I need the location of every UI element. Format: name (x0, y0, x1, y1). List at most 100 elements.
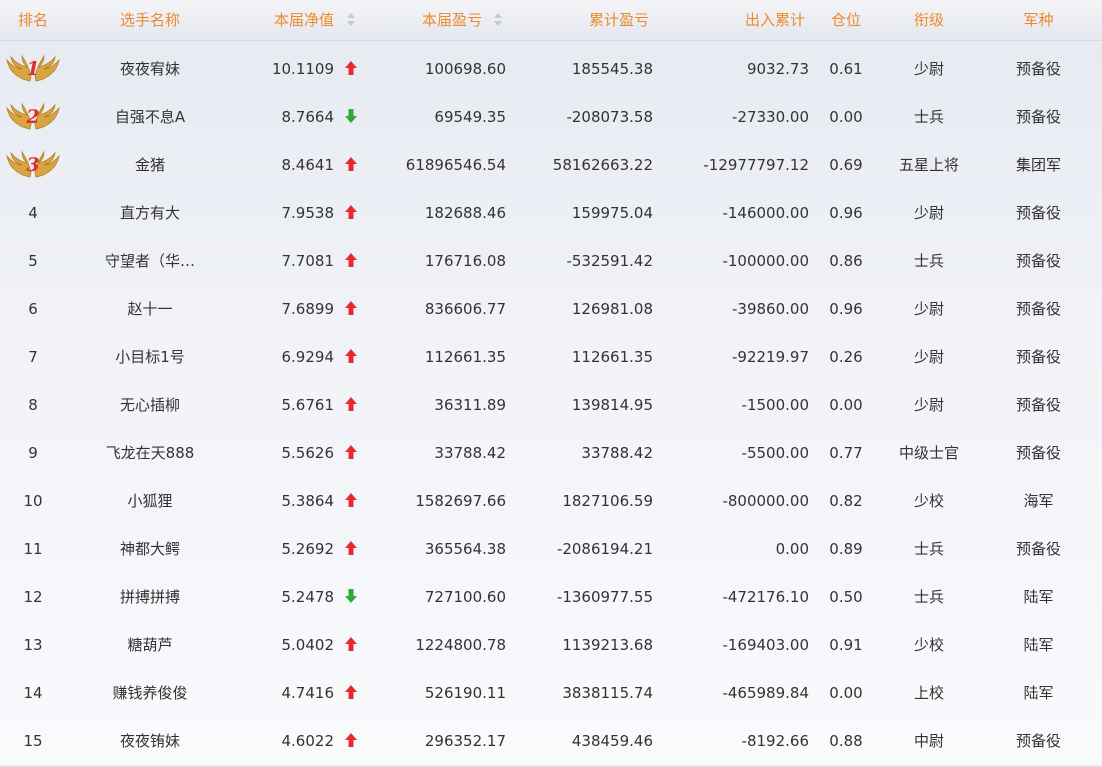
flow-total: -5500.00 (741, 444, 809, 462)
sort-icon[interactable] (346, 12, 356, 28)
header-flow: 出入累计 (744, 11, 805, 29)
position-ratio: 0.86 (829, 252, 863, 270)
up-arrow-icon (340, 525, 362, 573)
table-row[interactable]: 10 小狐狸 5.3864 1582697.66 1827106.59 -800000.0… (0, 477, 1102, 525)
current-pl: 61896546.54 (405, 156, 506, 174)
military-rank: 少校 (913, 492, 944, 510)
rank-number: 4 (28, 204, 38, 222)
header-name: 选手名称 (119, 11, 180, 29)
flow-total: -100000.00 (722, 252, 809, 270)
header-current-pl-sort[interactable]: 本届盈亏 (370, 0, 482, 40)
rank-number: 9 (28, 444, 38, 462)
up-arrow-icon (340, 141, 362, 189)
flow-total: -1500.00 (741, 396, 809, 414)
table-row[interactable]: 12 拼搏拼搏 5.2478 727100.60 -1360977.55 -472176.… (0, 573, 1102, 621)
player-name[interactable]: 守望者（华… (66, 237, 234, 285)
cumulative-pl: 33788.42 (581, 444, 653, 462)
up-arrow-icon (340, 285, 362, 333)
player-name[interactable]: 夜夜宥妹 (66, 45, 234, 93)
header-cumulative-pl: 累计盈亏 (588, 11, 649, 29)
player-name[interactable]: 自强不息A (66, 93, 234, 141)
table-row[interactable]: 4 直方有大 7.9538 182688.46 159975.04 -146000.00 0… (0, 189, 1102, 237)
current-pl: 526190.11 (424, 684, 506, 702)
army-branch: 预备役 (1015, 300, 1061, 318)
army-branch: 预备役 (1015, 204, 1061, 222)
current-pl: 1582697.66 (415, 492, 506, 510)
player-name[interactable]: 夜夜铕妹 (66, 717, 234, 765)
army-branch: 预备役 (1015, 396, 1061, 414)
up-arrow-icon (340, 477, 362, 525)
rank-medal: 2 (0, 93, 66, 141)
current-pl: 36311.89 (434, 396, 506, 414)
flow-total: -472176.10 (722, 588, 809, 606)
cumulative-pl: 1827106.59 (562, 492, 653, 510)
table-row[interactable]: 2 自强不息A 8.7664 69549.35 -208073.58 -27330.00 0… (0, 93, 1102, 141)
player-name[interactable]: 赵十一 (66, 285, 234, 333)
net-value: 8.7664 (281, 108, 335, 126)
cumulative-pl: 185545.38 (571, 60, 653, 78)
table-row[interactable]: 6 赵十一 7.6899 836606.77 126981.08 -39860.00 0.9… (0, 285, 1102, 333)
table-row[interactable]: 5 守望者（华… 7.7081 176716.08 -532591.42 -100000.… (0, 237, 1102, 285)
player-name[interactable]: 小狐狸 (66, 477, 234, 525)
leaderboard-table: 排名 选手名称 本届净值 本届盈亏 累计盈亏 出入累计 仓位 衔级 军种 1 夜夜… (0, 0, 1102, 765)
player-name[interactable]: 金猪 (66, 141, 234, 189)
player-name[interactable]: 拼搏拼搏 (66, 573, 234, 621)
table-row[interactable]: 13 糖葫芦 5.0402 1224800.78 1139213.68 -169403.0… (0, 621, 1102, 669)
cumulative-pl: 1139213.68 (562, 636, 653, 654)
up-arrow-icon (340, 333, 362, 381)
military-rank: 少尉 (913, 348, 944, 366)
player-name[interactable]: 神都大鳄 (66, 525, 234, 573)
position-ratio: 0.88 (829, 732, 863, 750)
up-arrow-icon (340, 429, 362, 477)
player-name[interactable]: 赚钱养俊俊 (66, 669, 234, 717)
cumulative-pl: -2086194.21 (556, 540, 653, 558)
rank-number: 8 (28, 396, 38, 414)
down-arrow-icon (340, 573, 362, 621)
up-arrow-icon (340, 45, 362, 93)
table-row[interactable]: 1 夜夜宥妹 10.1109 100698.60 185545.38 9032.73 0.6… (0, 45, 1102, 93)
flow-total: 9032.73 (746, 60, 809, 78)
table-row[interactable]: 11 神都大鳄 5.2692 365564.38 -2086194.21 0.00 0.89… (0, 525, 1102, 573)
player-name[interactable]: 无心插柳 (66, 381, 234, 429)
table-row[interactable]: 15 夜夜铕妹 4.6022 296352.17 438459.46 -8192.66 0.… (0, 717, 1102, 765)
net-value: 8.4641 (281, 156, 335, 174)
net-value: 5.5626 (281, 444, 335, 462)
military-rank: 士兵 (913, 252, 944, 270)
header-nav-sort[interactable]: 本届净值 (230, 0, 334, 40)
net-value: 5.2692 (281, 540, 335, 558)
table-row[interactable]: 9 飞龙在天888 5.5626 33788.42 33788.42 -5500.00 0.… (0, 429, 1102, 477)
position-ratio: 0.50 (829, 588, 863, 606)
military-rank: 士兵 (913, 108, 944, 126)
up-arrow-icon (340, 237, 362, 285)
current-pl: 33788.42 (434, 444, 506, 462)
flow-total: -465989.84 (722, 684, 809, 702)
player-name[interactable]: 直方有大 (66, 189, 234, 237)
military-rank: 少尉 (913, 396, 944, 414)
player-name[interactable]: 糖葫芦 (66, 621, 234, 669)
player-name[interactable]: 飞龙在天888 (66, 429, 234, 477)
flow-total: 0.00 (775, 540, 809, 558)
net-value: 6.9294 (281, 348, 335, 366)
net-value: 5.2478 (281, 588, 335, 606)
net-value: 5.0402 (281, 636, 335, 654)
rank-number: 5 (28, 252, 38, 270)
table-row[interactable]: 14 赚钱养俊俊 4.7416 526190.11 3838115.74 -465989.… (0, 669, 1102, 717)
net-value: 5.6761 (281, 396, 335, 414)
cumulative-pl: -208073.58 (566, 108, 653, 126)
net-value: 7.7081 (281, 252, 335, 270)
table-row[interactable]: 3 金猪 8.4641 61896546.54 58162663.22 -12977797… (0, 141, 1102, 189)
table-row[interactable]: 7 小目标1号 6.9294 112661.35 112661.35 -92219.97 0… (0, 333, 1102, 381)
rank-number: 7 (28, 348, 38, 366)
current-pl: 365564.38 (424, 540, 506, 558)
current-pl: 176716.08 (424, 252, 506, 270)
table-row[interactable]: 8 无心插柳 5.6761 36311.89 139814.95 -1500.00 0.00… (0, 381, 1102, 429)
army-branch: 预备役 (1015, 108, 1061, 126)
player-name[interactable]: 小目标1号 (66, 333, 234, 381)
net-value: 7.6899 (281, 300, 335, 318)
current-pl: 182688.46 (424, 204, 506, 222)
army-branch: 预备役 (1015, 60, 1061, 78)
header-title: 衔级 (913, 11, 944, 29)
military-rank: 少校 (913, 636, 944, 654)
sort-icon[interactable] (493, 12, 503, 28)
cumulative-pl: 438459.46 (571, 732, 653, 750)
